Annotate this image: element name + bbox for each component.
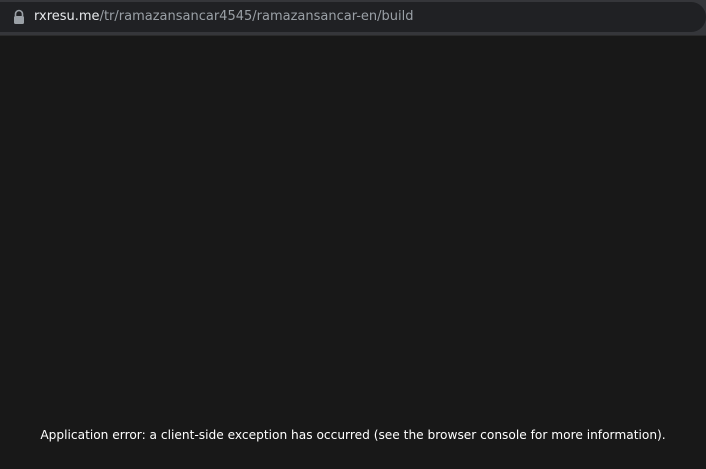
address-path: /tr/ramazansancar4545/ramazansancar-en/b… [99, 9, 414, 24]
browser-toolbar: rxresu.me/tr/ramazansancar4545/ramazansa… [0, 0, 706, 35]
application-error-message: Application error: a client-side excepti… [40, 428, 666, 442]
address-url[interactable]: rxresu.me/tr/ramazansancar4545/ramazansa… [34, 9, 414, 25]
address-host: rxresu.me [34, 9, 100, 24]
page-content: Application error: a client-side excepti… [0, 36, 706, 469]
lock-icon[interactable] [12, 9, 26, 25]
address-bar[interactable]: rxresu.me/tr/ramazansancar4545/ramazansa… [0, 2, 706, 32]
browser-window: rxresu.me/tr/ramazansancar4545/ramazansa… [0, 0, 706, 469]
